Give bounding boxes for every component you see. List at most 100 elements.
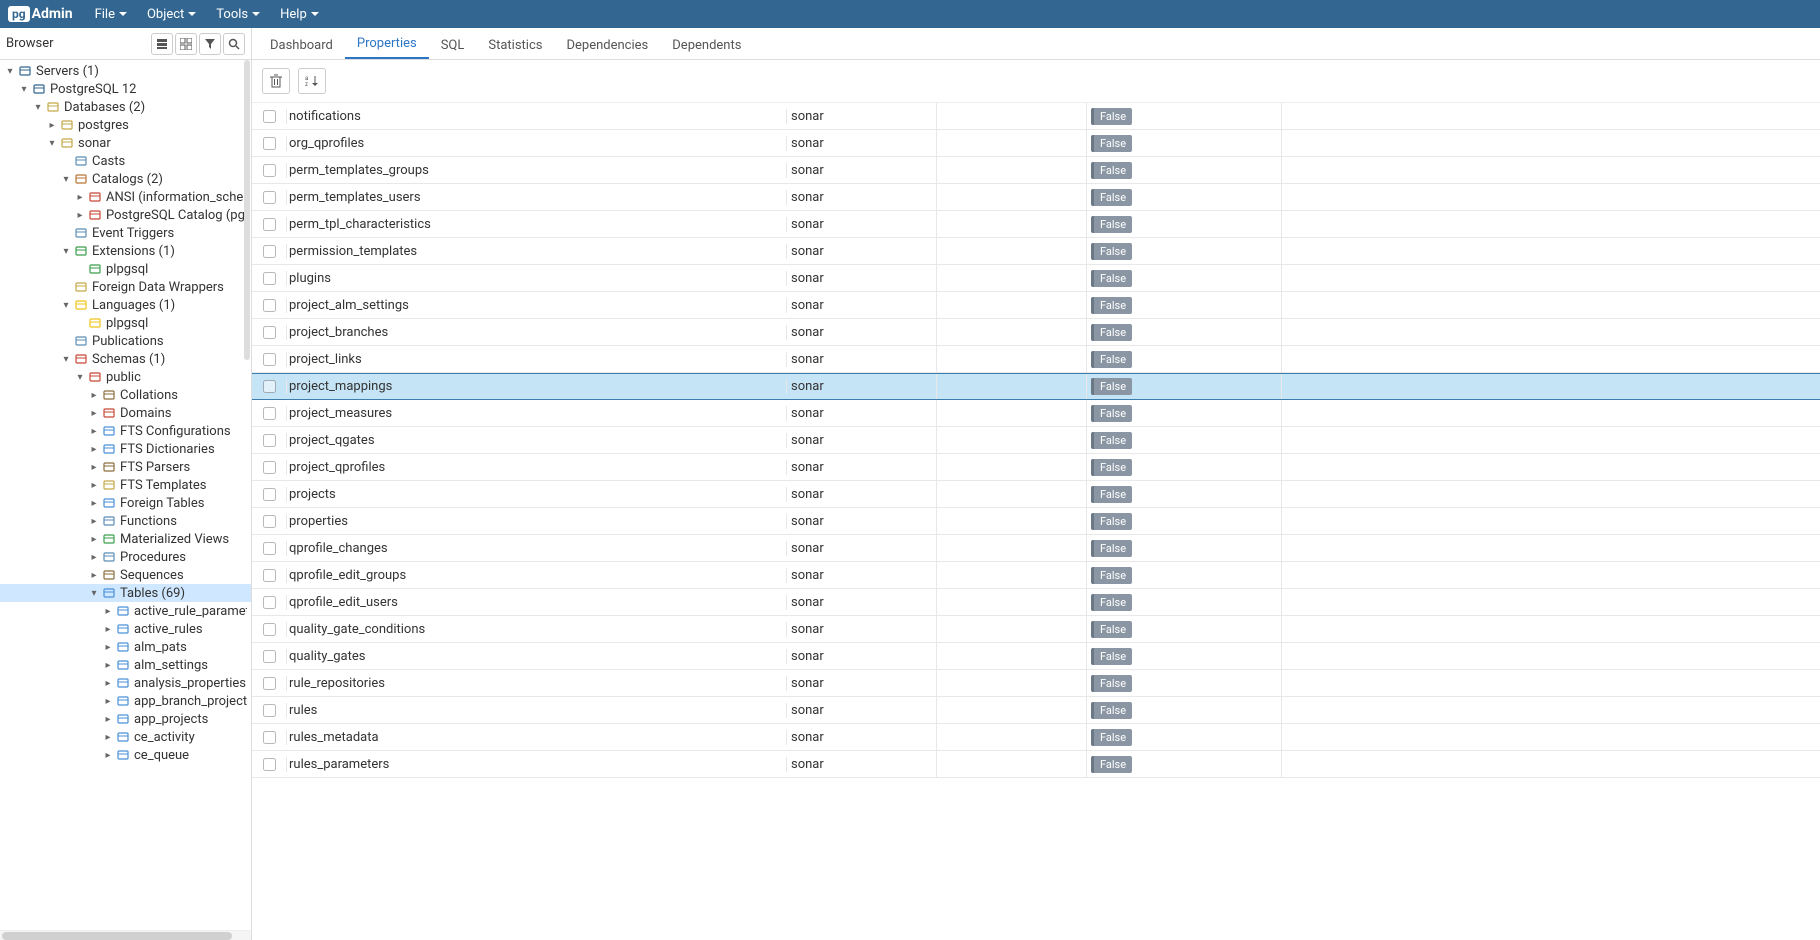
expand-icon[interactable]: ▸	[88, 480, 100, 491]
collapse-icon[interactable]: ▾	[88, 588, 100, 599]
tree-node[interactable]: plpgsql	[0, 314, 251, 332]
tree-node[interactable]: ▸FTS Templates	[0, 476, 251, 494]
expand-icon[interactable]: ▸	[88, 552, 100, 563]
row-checkbox[interactable]	[263, 488, 276, 501]
table-row[interactable]: permission_templatessonarFalse	[252, 238, 1820, 265]
table-row[interactable]: qprofile_changessonarFalse	[252, 535, 1820, 562]
row-checkbox[interactable]	[263, 623, 276, 636]
expand-icon[interactable]: ▸	[88, 444, 100, 455]
row-checkbox[interactable]	[263, 245, 276, 258]
collapse-icon[interactable]: ▾	[46, 138, 58, 149]
tree-node[interactable]: ▾Catalogs (2)	[0, 170, 251, 188]
row-checkbox[interactable]	[263, 515, 276, 528]
tree-node[interactable]: ▸Materialized Views	[0, 530, 251, 548]
tree-node[interactable]: ▸FTS Parsers	[0, 458, 251, 476]
table-row[interactable]: project_qgatessonarFalse	[252, 427, 1820, 454]
table-row[interactable]: perm_templates_userssonarFalse	[252, 184, 1820, 211]
row-checkbox[interactable]	[263, 353, 276, 366]
object-tree[interactable]: ▾Servers (1)▾PostgreSQL 12▾Databases (2)…	[0, 60, 251, 930]
tree-node[interactable]: ▾public	[0, 368, 251, 386]
delete-button[interactable]	[262, 68, 290, 94]
tree-search-icon[interactable]	[223, 33, 245, 55]
expand-icon[interactable]: ▸	[74, 210, 86, 221]
table-row[interactable]: project_branchessonarFalse	[252, 319, 1820, 346]
row-checkbox[interactable]	[263, 650, 276, 663]
row-checkbox[interactable]	[263, 542, 276, 555]
collapse-icon[interactable]: ▾	[60, 174, 72, 185]
tree-node[interactable]: ▸Domains	[0, 404, 251, 422]
row-checkbox[interactable]	[263, 407, 276, 420]
menu-object[interactable]: Object	[137, 7, 206, 22]
tables-grid[interactable]: notificationssonarFalseorg_qprofilessona…	[252, 103, 1820, 940]
row-checkbox[interactable]	[263, 137, 276, 150]
tree-node[interactable]: Casts	[0, 152, 251, 170]
menu-file[interactable]: File	[85, 7, 137, 22]
tree-node[interactable]: ▸Foreign Tables	[0, 494, 251, 512]
row-checkbox[interactable]	[263, 164, 276, 177]
row-checkbox[interactable]	[263, 731, 276, 744]
tree-filter-icon[interactable]	[199, 33, 221, 55]
expand-icon[interactable]: ▸	[88, 516, 100, 527]
tree-node[interactable]: ▾Languages (1)	[0, 296, 251, 314]
tab-sql[interactable]: SQL	[429, 32, 477, 59]
tree-node[interactable]: ▸app_branch_project_branch	[0, 692, 251, 710]
expand-icon[interactable]: ▸	[102, 696, 114, 707]
row-checkbox[interactable]	[263, 272, 276, 285]
tree-node[interactable]: ▸FTS Configurations	[0, 422, 251, 440]
table-row[interactable]: qprofile_edit_groupssonarFalse	[252, 562, 1820, 589]
tree-grid-icon[interactable]	[175, 33, 197, 55]
expand-icon[interactable]: ▸	[102, 606, 114, 617]
table-row[interactable]: qprofile_edit_userssonarFalse	[252, 589, 1820, 616]
row-checkbox[interactable]	[263, 569, 276, 582]
table-row[interactable]: project_mappingssonarFalse	[252, 373, 1820, 400]
tree-node[interactable]: ▸Sequences	[0, 566, 251, 584]
row-checkbox[interactable]	[263, 434, 276, 447]
tree-h-scrollbar[interactable]	[0, 930, 251, 940]
table-row[interactable]: rule_repositoriessonarFalse	[252, 670, 1820, 697]
menu-tools[interactable]: Tools	[206, 7, 270, 22]
table-row[interactable]: pluginssonarFalse	[252, 265, 1820, 292]
tree-node[interactable]: ▸active_rule_parameters	[0, 602, 251, 620]
tree-node[interactable]: ▸ce_queue	[0, 746, 251, 764]
expand-icon[interactable]: ▸	[102, 624, 114, 635]
tree-tool-1-icon[interactable]	[151, 33, 173, 55]
row-checkbox[interactable]	[263, 758, 276, 771]
expand-icon[interactable]: ▸	[88, 534, 100, 545]
table-row[interactable]: rules_metadatasonarFalse	[252, 724, 1820, 751]
tree-node[interactable]: ▾Tables (69)	[0, 584, 251, 602]
tree-node[interactable]: ▸ce_activity	[0, 728, 251, 746]
tree-node[interactable]: ▸FTS Dictionaries	[0, 440, 251, 458]
table-row[interactable]: project_alm_settingssonarFalse	[252, 292, 1820, 319]
table-row[interactable]: project_measuressonarFalse	[252, 400, 1820, 427]
expand-icon[interactable]: ▸	[88, 390, 100, 401]
expand-icon[interactable]: ▸	[88, 462, 100, 473]
expand-icon[interactable]: ▸	[102, 732, 114, 743]
table-row[interactable]: projectssonarFalse	[252, 481, 1820, 508]
expand-icon[interactable]: ▸	[102, 678, 114, 689]
tree-node[interactable]: ▸PostgreSQL Catalog (pg_catalog)	[0, 206, 251, 224]
tab-dependencies[interactable]: Dependencies	[554, 32, 660, 59]
table-row[interactable]: propertiessonarFalse	[252, 508, 1820, 535]
expand-icon[interactable]: ▸	[74, 192, 86, 203]
table-row[interactable]: perm_tpl_characteristicssonarFalse	[252, 211, 1820, 238]
table-row[interactable]: perm_templates_groupssonarFalse	[252, 157, 1820, 184]
row-checkbox[interactable]	[263, 110, 276, 123]
tree-node[interactable]: ▸active_rules	[0, 620, 251, 638]
menu-help[interactable]: Help	[270, 7, 329, 22]
tree-node[interactable]: Foreign Data Wrappers	[0, 278, 251, 296]
collapse-icon[interactable]: ▾	[18, 84, 30, 95]
tree-node[interactable]: ▸app_projects	[0, 710, 251, 728]
tab-statistics[interactable]: Statistics	[476, 32, 554, 59]
expand-icon[interactable]: ▸	[102, 714, 114, 725]
table-row[interactable]: project_qprofilessonarFalse	[252, 454, 1820, 481]
row-checkbox[interactable]	[263, 596, 276, 609]
tree-node[interactable]: ▾Servers (1)	[0, 62, 251, 80]
expand-icon[interactable]: ▸	[88, 570, 100, 581]
sort-button[interactable]: az	[298, 68, 326, 94]
tab-dashboard[interactable]: Dashboard	[258, 32, 345, 59]
collapse-icon[interactable]: ▾	[4, 66, 16, 77]
table-row[interactable]: rulessonarFalse	[252, 697, 1820, 724]
tree-node[interactable]: ▸analysis_properties	[0, 674, 251, 692]
tree-node[interactable]: ▾Databases (2)	[0, 98, 251, 116]
tree-node[interactable]: ▸alm_pats	[0, 638, 251, 656]
